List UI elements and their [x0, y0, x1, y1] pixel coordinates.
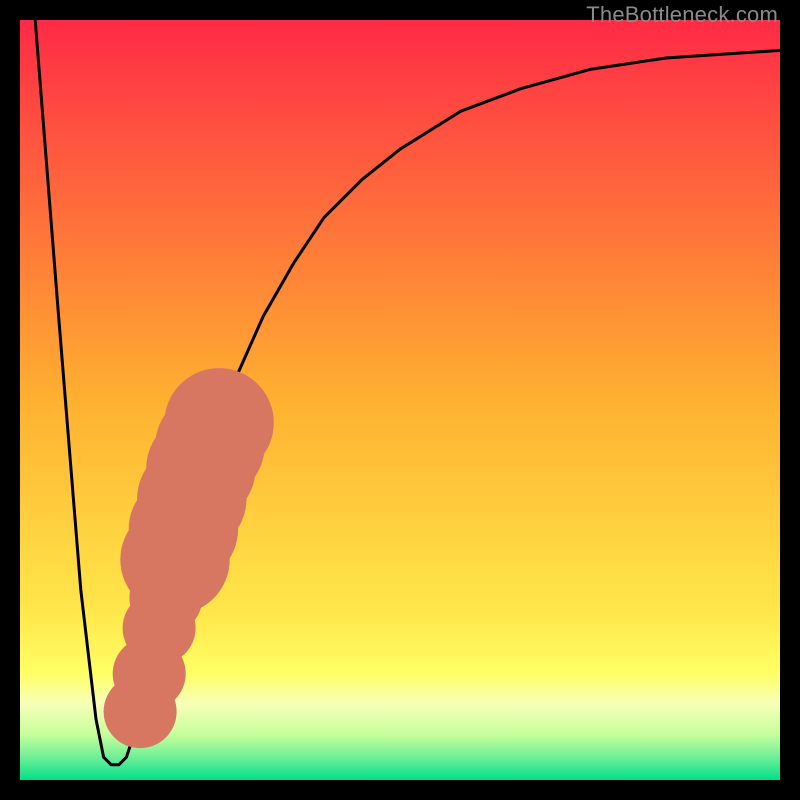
plot-area: [20, 20, 780, 780]
bottleneck-chart: [20, 20, 780, 780]
watermark-text: TheBottleneck.com: [586, 2, 778, 28]
data-point: [164, 368, 273, 477]
chart-frame: TheBottleneck.com: [0, 0, 800, 800]
